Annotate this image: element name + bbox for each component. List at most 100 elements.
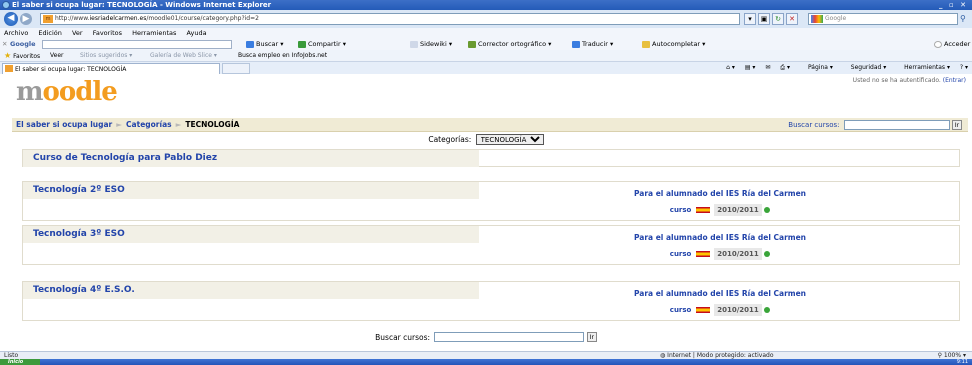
google-sidewiki-button[interactable]: Sidewiki ▾ — [410, 38, 452, 50]
green-status-icon — [764, 307, 771, 313]
menu-bar: Archivo Edición Ver Favoritos Herramient… — [0, 28, 972, 38]
course-box: Tecnología 2º ESO Para el alumnado del I… — [22, 181, 960, 221]
course-header: Tecnología 4º E.S.O. — [23, 282, 479, 299]
share-icon — [298, 40, 306, 48]
course-header: Tecnología 2º ESO — [23, 182, 479, 199]
course-audience: Para el alumnado del IES Ría del Carmen — [633, 289, 807, 298]
help-icon[interactable]: ? ▾ — [960, 64, 968, 71]
back-button[interactable]: ◀ — [4, 12, 18, 26]
print-icon[interactable]: ⎙ ▾ — [780, 64, 790, 71]
google-toolbar-label: Google — [10, 40, 36, 48]
mail-icon[interactable]: ✉ — [765, 64, 770, 71]
refresh-icon[interactable]: ↻ — [772, 13, 784, 25]
dropdown-arrow-icon[interactable]: ▾ — [744, 13, 756, 25]
stop-icon[interactable]: ✕ — [786, 13, 798, 25]
search-icon — [246, 40, 254, 48]
window-titlebar: El saber si ocupa lugar: TECNOLOGÍA - Wi… — [0, 0, 972, 10]
course-summary: Para el alumnado del IES Ría del Carmen … — [479, 288, 961, 316]
globe-icon: ◍ — [660, 352, 666, 359]
google-logo-icon — [811, 15, 823, 23]
tab-title: El saber si ocupa lugar: TECNOLOGÍA — [15, 66, 127, 73]
google-spellcheck-button[interactable]: Corrector ortográfico ▾ — [468, 38, 551, 50]
breadcrumb-separator: ► — [175, 120, 182, 129]
new-tab-button[interactable] — [222, 63, 250, 74]
menu-edicion[interactable]: Edición — [38, 29, 62, 37]
category-label: Categorías: — [428, 135, 472, 144]
search-input[interactable]: Google — [808, 13, 958, 25]
fav-web-slice[interactable]: Galería de Web Slice ▾ — [150, 50, 217, 62]
command-bar: ⌂ ▾ ▤ ▾ ✉ ⎙ ▾ Página ▾ Seguridad ▾ Herra… — [718, 62, 968, 73]
address-path: /moodle01/course/category.php?id=2 — [146, 15, 259, 22]
tab-active[interactable]: El saber si ocupa lugar: TECNOLOGÍA — [2, 63, 220, 74]
google-autofill-button[interactable]: Autocompletar ▾ — [642, 38, 705, 50]
close-icon[interactable]: ✕ — [2, 38, 7, 50]
course-link[interactable]: Tecnología 3º ESO — [33, 226, 125, 243]
course-box: Tecnología 3º ESO Para el alumnado del I… — [22, 225, 960, 265]
spain-flag-icon — [695, 207, 710, 213]
google-translate-button[interactable]: Traducir ▾ — [572, 38, 613, 50]
address-host: iesriadelcarmen.es — [89, 15, 147, 22]
address-row: ◀ ▶ m http://www.iesriadelcarmen.es/mood… — [0, 10, 972, 28]
green-status-icon — [764, 207, 771, 213]
course-search-label: Buscar cursos: — [375, 333, 431, 342]
course-search-top: Buscar cursos: Ir — [788, 120, 962, 130]
tab-row: El saber si ocupa lugar: TECNOLOGÍA ⌂ ▾ … — [0, 62, 972, 74]
fav-infojobs[interactable]: Busca empleo en InfoJobs.net — [238, 50, 327, 62]
course-search-input[interactable] — [843, 120, 950, 130]
fav-suggested-sites[interactable]: Sitios sugeridos ▾ — [80, 50, 132, 62]
course-search-go-button[interactable]: Ir — [586, 332, 597, 342]
breadcrumb-categories[interactable]: Categorías — [126, 120, 172, 129]
menu-favoritos[interactable]: Favoritos — [93, 29, 122, 37]
window-title: El saber si ocupa lugar: TECNOLOGÍA - Wi… — [12, 1, 272, 9]
signin-icon — [934, 40, 942, 48]
autofill-icon — [642, 40, 650, 48]
translate-icon — [572, 40, 580, 48]
command-page[interactable]: Página ▾ — [800, 64, 833, 71]
course-link[interactable]: Curso de Tecnología para Pablo Diez — [33, 150, 217, 167]
menu-herramientas[interactable]: Herramientas — [132, 29, 176, 37]
course-header: Tecnología 3º ESO — [23, 226, 479, 243]
course-search-go-button[interactable]: Ir — [952, 120, 962, 130]
course-year: 2010/2011 — [714, 204, 762, 216]
course-audience: Para el alumnado del IES Ría del Carmen — [633, 189, 807, 198]
spellcheck-icon — [468, 40, 476, 48]
course-box: Tecnología 4º E.S.O. Para el alumnado de… — [22, 281, 960, 321]
home-icon[interactable]: ⌂ ▾ — [726, 64, 735, 71]
address-bar[interactable]: m http://www.iesriadelcarmen.es/moodle01… — [40, 13, 740, 25]
fav-veer[interactable]: Veer — [50, 50, 64, 62]
google-toolbar-input[interactable] — [42, 40, 232, 49]
google-share-button[interactable]: Compartir ▾ — [298, 38, 346, 50]
search-placeholder: Google — [825, 15, 847, 22]
google-signin-button[interactable]: Acceder — [934, 38, 970, 50]
feeds-icon[interactable]: ▤ ▾ — [745, 64, 756, 71]
course-prefix: curso — [669, 306, 692, 314]
search-go-icon[interactable]: ⚲ — [960, 13, 970, 25]
moodle-logo[interactable]: moodle — [16, 78, 118, 106]
breadcrumb-home[interactable]: El saber si ocupa lugar — [16, 120, 112, 129]
course-link[interactable]: Tecnología 4º E.S.O. — [33, 282, 135, 299]
course-year: 2010/2011 — [714, 304, 762, 316]
breadcrumb-separator: ► — [116, 120, 123, 129]
moodle-favicon-icon: m — [43, 15, 53, 23]
start-button[interactable]: Inicio — [0, 359, 40, 365]
menu-archivo[interactable]: Archivo — [4, 29, 28, 37]
course-search-input[interactable] — [434, 332, 585, 342]
login-link[interactable]: (Entrar) — [943, 77, 966, 84]
course-link[interactable]: Tecnología 2º ESO — [33, 182, 125, 199]
breadcrumb: El saber si ocupa lugar ► Categorías ► TECNO… — [12, 118, 968, 132]
google-buscar-button[interactable]: Buscar ▾ — [246, 38, 284, 50]
menu-ayuda[interactable]: Ayuda — [186, 29, 206, 37]
status-text: Listo — [4, 352, 19, 359]
category-select[interactable]: TECNOLOGÍA — [475, 134, 544, 145]
forward-button[interactable]: ▶ — [20, 13, 32, 25]
sidewiki-icon — [410, 40, 418, 48]
command-security[interactable]: Seguridad ▾ — [843, 64, 886, 71]
ie-logo-icon — [2, 1, 10, 9]
menu-ver[interactable]: Ver — [72, 29, 83, 37]
command-tools[interactable]: Herramientas ▾ — [896, 64, 950, 71]
course-prefix: curso — [669, 206, 692, 214]
course-summary: Para el alumnado del IES Ría del Carmen … — [479, 232, 961, 260]
favorites-bar: ★ Favoritos Veer Sitios sugeridos ▾ Gale… — [0, 50, 972, 62]
window-controls[interactable]: _ ▫ ✕ — [939, 0, 968, 10]
compat-view-icon[interactable]: ▣ — [758, 13, 770, 25]
